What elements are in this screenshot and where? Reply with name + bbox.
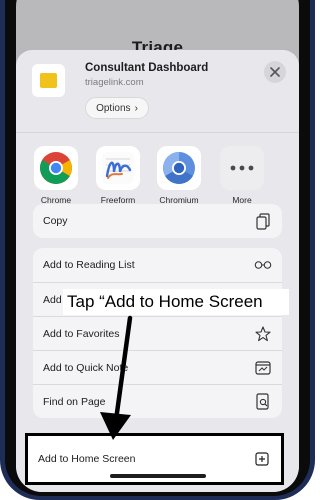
action-label: Add to Home Screen: [38, 453, 136, 465]
action-label: Find on Page: [43, 395, 106, 408]
close-icon: [270, 67, 280, 77]
action-label: Add to Reading List: [43, 259, 135, 271]
copy-icon: [254, 212, 272, 230]
chevron-right-icon: ›: [134, 102, 138, 114]
action-group-copy: Copy: [33, 204, 282, 238]
copy-action[interactable]: Copy: [33, 204, 282, 238]
action-label: Copy: [43, 215, 68, 227]
find-on-page-action[interactable]: Find on Page: [33, 384, 282, 418]
add-to-favorites-action[interactable]: Add to Favorites: [33, 316, 282, 350]
chromium-icon: [157, 146, 201, 190]
site-logo-icon: [40, 73, 57, 88]
chrome-icon: [34, 146, 78, 190]
screen: Triage Consultant Dashboard triagelink.c…: [16, 0, 299, 492]
site-thumbnail: [32, 64, 65, 97]
more-icon: [220, 146, 264, 190]
action-label: Add to Favorites: [43, 327, 120, 340]
add-square-icon: [253, 450, 271, 468]
share-app-chrome[interactable]: Chrome: [30, 146, 82, 205]
close-button[interactable]: [264, 61, 286, 83]
share-sheet-header: Consultant Dashboard triagelink.com Opti…: [16, 50, 299, 130]
glasses-icon: [254, 256, 272, 274]
quick-note-icon: [254, 359, 272, 377]
action-group-main: Add to Reading List Add Bookmark Add to …: [33, 248, 282, 418]
instruction-callout: Tap “Add to Home Screen: [63, 289, 289, 315]
add-to-reading-list-action[interactable]: Add to Reading List: [33, 248, 282, 282]
options-label: Options: [96, 102, 131, 114]
add-to-quick-note-action[interactable]: Add to Quick Note: [33, 350, 282, 384]
home-indicator: [110, 474, 206, 478]
share-url: triagelink.com: [85, 77, 144, 88]
share-title: Consultant Dashboard: [85, 62, 209, 74]
options-button[interactable]: Options ›: [85, 97, 149, 119]
share-app-more[interactable]: More: [216, 146, 268, 205]
share-app-chromium[interactable]: Chromium: [153, 146, 205, 205]
share-sheet: Consultant Dashboard triagelink.com Opti…: [16, 50, 299, 492]
header-divider: [16, 132, 299, 133]
share-app-freeform[interactable]: Freeform: [92, 146, 144, 205]
star-icon: [254, 325, 272, 343]
freeform-icon: [96, 146, 140, 190]
find-on-page-icon: [254, 393, 272, 411]
action-label: Add to Quick Note: [43, 361, 129, 374]
